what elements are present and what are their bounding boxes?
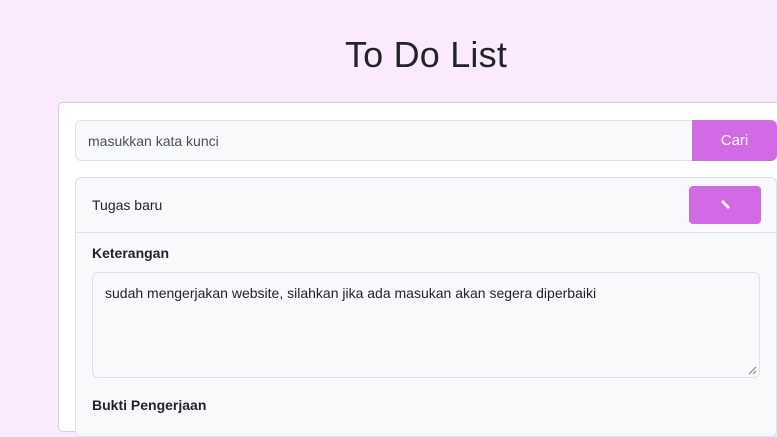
pencil-icon [721, 200, 730, 209]
todo-card: masukkan kata kunci Cari Tugas baru Kete… [58, 102, 777, 437]
description-label: Keterangan [92, 245, 170, 261]
page-title: To Do List [344, 34, 508, 75]
search-bar: masukkan kata kunci Cari [75, 120, 777, 161]
resize-grip-icon[interactable] [748, 366, 757, 375]
proof-label: Bukti Pengerjaan [92, 397, 207, 413]
description-textarea[interactable]: sudah mengerjakan website, silahkan jika… [92, 272, 760, 378]
task-item: Tugas baru Keterangan sudah mengerjakan … [75, 177, 777, 437]
search-button[interactable]: Cari [692, 120, 777, 161]
search-input[interactable]: masukkan kata kunci [75, 120, 692, 161]
search-placeholder: masukkan kata kunci [88, 132, 219, 149]
description-text: sudah mengerjakan website, silahkan jika… [105, 285, 597, 301]
task-title: Tugas baru [92, 197, 163, 213]
task-header: Tugas baru [76, 178, 776, 233]
edit-button[interactable] [689, 186, 761, 224]
